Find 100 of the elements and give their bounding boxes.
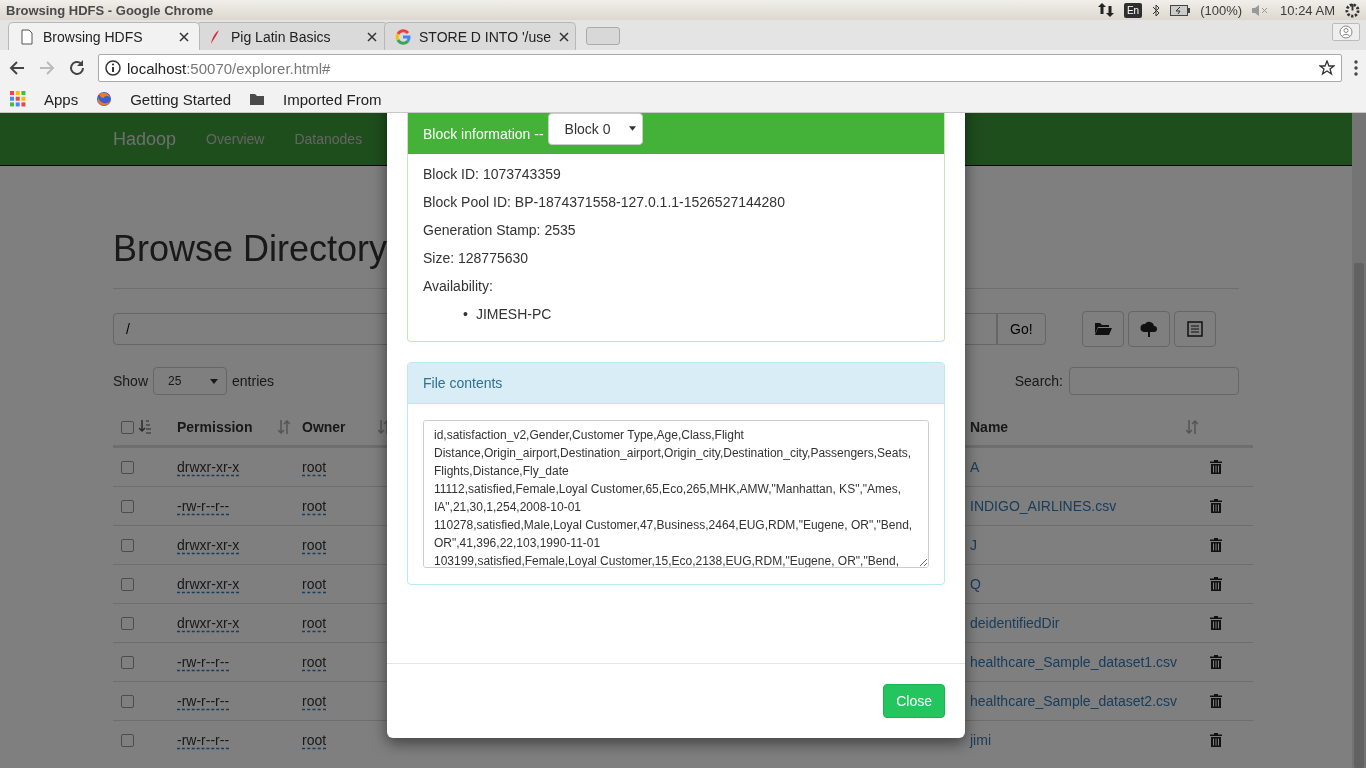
- column-header[interactable]: Owner: [302, 419, 346, 435]
- block-detail: Availability:: [423, 278, 494, 294]
- caret-icon: [210, 378, 219, 384]
- apps-grid-icon: [10, 91, 26, 107]
- browser-tab[interactable]: Browsing HDFS: [8, 22, 200, 50]
- trash-icon[interactable]: [1210, 499, 1222, 513]
- globe-fox-icon: [96, 91, 113, 107]
- select-all-checkbox[interactable]: [121, 420, 134, 434]
- file-name-link[interactable]: deidentifiedDir: [970, 615, 1210, 631]
- search-field[interactable]: [1069, 367, 1239, 395]
- availability-item: JIMESH-PC: [475, 306, 552, 323]
- owner-link[interactable]: root: [302, 732, 327, 748]
- scrollbar[interactable]: [1352, 113, 1366, 768]
- trash-icon[interactable]: [1210, 733, 1222, 747]
- menu-icon[interactable]: [1354, 60, 1358, 76]
- trash-icon[interactable]: [1210, 694, 1222, 708]
- show-label: Show: [113, 373, 149, 389]
- file-name-link[interactable]: jimi: [970, 732, 1210, 748]
- address-bar[interactable]: localhost:50070/explorer.html#: [98, 54, 1342, 82]
- owner-link[interactable]: root: [302, 537, 327, 553]
- row-checkbox[interactable]: [121, 460, 134, 474]
- list-button[interactable]: [1173, 311, 1216, 347]
- row-checkbox[interactable]: [121, 499, 134, 513]
- close-button[interactable]: Close: [883, 684, 945, 718]
- owner-link[interactable]: root: [302, 498, 327, 514]
- block-detail: Block ID: 1073743359: [423, 166, 562, 182]
- file-name-link[interactable]: A: [970, 459, 1210, 475]
- permission-link[interactable]: -rw-r--r--: [177, 498, 230, 514]
- block-dropdown[interactable]: Block 0: [547, 113, 643, 145]
- row-checkbox[interactable]: [121, 655, 134, 669]
- column-header[interactable]: Name: [970, 419, 1009, 435]
- search-label: Search:: [1014, 373, 1063, 389]
- keyboard-layout-indicator[interactable]: En: [1123, 2, 1143, 18]
- folder-icon: [249, 91, 266, 107]
- block-info-label: Block information --: [423, 125, 544, 142]
- cloud-upload-icon: [1139, 321, 1158, 337]
- permission-link[interactable]: drwxr-xr-x: [177, 615, 240, 631]
- trash-icon[interactable]: [1210, 616, 1222, 630]
- list-bullet: •: [463, 306, 468, 323]
- network-arrows-icon[interactable]: [1097, 3, 1114, 17]
- open-folder-icon: [1093, 321, 1112, 337]
- bookmark-link[interactable]: Getting Started: [130, 90, 232, 108]
- permission-link[interactable]: drwxr-xr-x: [177, 576, 240, 592]
- entries-label: entries: [232, 373, 275, 389]
- owner-link[interactable]: root: [302, 576, 327, 592]
- clock-time[interactable]: 10:24 AM: [1280, 2, 1335, 18]
- trash-icon[interactable]: [1210, 577, 1222, 591]
- permission-link[interactable]: drwxr-xr-x: [177, 537, 240, 553]
- close-icon[interactable]: [559, 31, 570, 42]
- reload-icon[interactable]: [68, 59, 86, 77]
- bookmark-star-icon[interactable]: [1319, 60, 1335, 76]
- window-title: Browsing HDFS - Google Chrome: [6, 2, 215, 18]
- power-gear-icon[interactable]: [1345, 2, 1360, 18]
- file-name-link[interactable]: J: [970, 537, 1210, 553]
- file-name-link[interactable]: healthcare_Sample_dataset1.csv: [970, 654, 1210, 670]
- page-title: Browse Directory: [113, 228, 388, 270]
- back-arrow-icon[interactable]: [8, 59, 26, 77]
- row-checkbox[interactable]: [121, 616, 134, 630]
- folder-button[interactable]: [1081, 311, 1124, 347]
- list-icon: [1185, 321, 1204, 337]
- profile-button[interactable]: [1332, 23, 1360, 41]
- file-contents-field[interactable]: id,satisfaction_v2,Gender,Customer Type,Age,Class,Flight Distance,Origin_airport,Destination_airport,Origin_city,Destination_city,Passengers,Seats,Flights,Distance,Fly_date 11112,satisfied,Female,Loyal Customer,65,Eco,265,MHK,AMW,"Manhattan, KS","Ames, IA",21,30,1,254,2008-10-01 110278,satisfied,Male,Loyal Customer,47,Business,2464,EUG,RDM,"Eugene, OR","Bend, OR",41,396,22,103,1990-11-01 103199,satisfied,Female,Loyal Customer,15,Eco,2138,EUG,RDM,"Eugene, OR","Bend,: [423, 420, 929, 568]
- trash-icon[interactable]: [1210, 460, 1222, 474]
- file-contents-header: File contents: [408, 363, 944, 404]
- browser-tab[interactable]: STORE D INTO '/use: [384, 22, 576, 50]
- row-checkbox[interactable]: [121, 694, 134, 708]
- bookmark-link[interactable]: Imported From: [283, 90, 382, 108]
- row-checkbox[interactable]: [121, 538, 134, 552]
- file-name-link[interactable]: Q: [970, 576, 1210, 592]
- owner-link[interactable]: root: [302, 459, 327, 475]
- trash-icon[interactable]: [1210, 655, 1222, 669]
- caret-icon: [628, 126, 636, 131]
- entries-dropdown[interactable]: 25: [153, 367, 228, 395]
- info-icon[interactable]: [105, 60, 121, 76]
- owner-link[interactable]: root: [302, 693, 327, 709]
- block-detail: Generation Stamp: 2535: [423, 222, 577, 238]
- permission-link[interactable]: -rw-r--r--: [177, 654, 230, 670]
- block-detail: Block Pool ID: BP-1874371558-127.0.1.1-1526527144280: [423, 194, 786, 210]
- file-name-link[interactable]: healthcare_Sample_dataset2.csv: [970, 693, 1210, 709]
- google-icon: [395, 28, 411, 45]
- owner-link[interactable]: root: [302, 654, 327, 670]
- row-checkbox[interactable]: [121, 577, 134, 591]
- permission-link[interactable]: drwxr-xr-x: [177, 459, 240, 475]
- file-name-link[interactable]: INDIGO_AIRLINES.csv: [970, 498, 1210, 514]
- sort-icon[interactable]: [378, 420, 390, 434]
- battery-percentage: (100%): [1200, 2, 1243, 18]
- close-icon[interactable]: [367, 31, 377, 42]
- page-icon: [19, 28, 35, 45]
- battery-icon[interactable]: [1170, 4, 1191, 16]
- column-header[interactable]: Permission: [177, 419, 253, 435]
- permission-link[interactable]: -rw-r--r--: [177, 732, 230, 748]
- owner-link[interactable]: root: [302, 615, 327, 631]
- bluetooth-icon[interactable]: [1152, 3, 1161, 17]
- permission-link[interactable]: -rw-r--r--: [177, 693, 230, 709]
- go-button[interactable]: Go!: [997, 313, 1046, 345]
- upload-button[interactable]: [1127, 311, 1170, 347]
- trash-icon[interactable]: [1210, 538, 1222, 552]
- row-checkbox[interactable]: [121, 733, 134, 747]
- close-icon[interactable]: [179, 31, 189, 42]
- bookmark-link[interactable]: Apps: [44, 90, 79, 108]
